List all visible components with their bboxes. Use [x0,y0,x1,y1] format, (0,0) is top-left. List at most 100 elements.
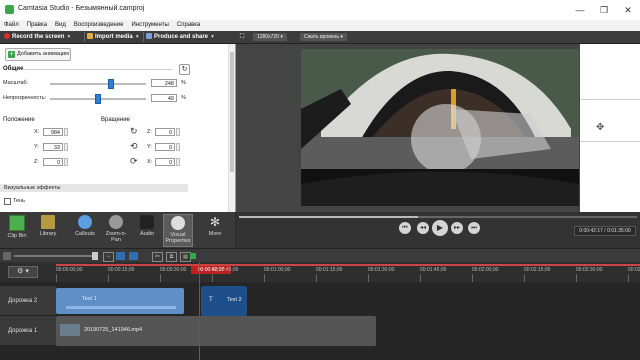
scale-label: Масштаб: [3,80,29,86]
plus-icon: + [8,51,15,58]
minimize-button[interactable]: — [573,4,587,16]
animation-arrow [66,306,176,309]
menu-view[interactable]: Вид [51,20,70,31]
tab-more[interactable]: ✻ More [200,214,230,247]
position-x-input[interactable]: 984 [43,128,63,136]
tab-audio[interactable]: Audio [132,214,162,247]
tab-library[interactable]: Library [33,214,63,247]
copy-icon[interactable]: ⧉ [166,252,177,262]
opacity-slider-knob[interactable] [95,94,102,104]
video-clip[interactable]: 20190725_141946.mp4 [56,316,376,346]
opacity-label: Непрозрачность: [3,95,47,101]
tab-visual-properties[interactable]: Visual Properties [163,214,193,247]
rotation-y-input[interactable]: 0 [155,143,175,151]
zoom-fit-label: Сжать вровень [304,34,339,40]
zoom-fit-dropdown[interactable]: Сжать вровень ▾ [300,33,347,41]
timeline-zoom-slider[interactable] [14,255,94,257]
import-media-button[interactable]: Import media ▼ [87,32,140,42]
step-back-button[interactable]: ◂◂ [417,222,429,234]
track-1-label[interactable]: Дорожка 1 [0,316,56,346]
tab-zoom-n-pan[interactable]: Zoom-n-Pan [101,214,131,247]
ruler-tick-line [576,274,577,282]
rotate-z-icon: ↻ [130,126,138,136]
chevron-down-icon: ▼ [66,34,72,40]
marker-green-icon[interactable] [190,253,196,259]
play-button[interactable]: ▶ [432,220,448,236]
time-display: 0:00:42:17 / 0:01:35:00 [574,226,636,236]
rotation-z-label: Z: [147,129,152,135]
produce-share-label: Produce and share [154,34,209,40]
folder-icon [87,33,93,39]
resolution-dropdown[interactable]: 1280x720 ▾ [253,33,287,41]
menu-bar: Файл Правка Вид Воспроизведение Инструменты С… [0,20,640,31]
crop-icon[interactable]: ⛶ [240,32,244,42]
text-1-clip-label: Text 1 [82,296,97,302]
text-2-clip[interactable]: Text 2 T [201,286,247,316]
panel-scrollbar-thumb[interactable] [230,52,234,172]
shadow-checkbox[interactable] [4,198,11,205]
position-z-input[interactable]: 0 [43,158,63,166]
rewind-button[interactable]: ⏮ [399,222,411,234]
magnifier-icon [109,215,123,229]
text-1-clip[interactable]: Text 1 [56,288,184,314]
fast-forward-button[interactable]: ⏭ [468,222,480,234]
timeline-settings-icon[interactable] [3,252,11,260]
position-z-label: Z: [34,159,39,165]
position-z-spinner[interactable] [64,158,68,166]
add-animation-button[interactable]: + Добавить анимацию [5,48,71,61]
rotation-y-spinner[interactable] [176,143,180,151]
close-button[interactable]: ✕ [621,4,635,16]
tab-more-label: More [208,231,222,237]
menu-file[interactable]: Файл [0,20,23,31]
reset-icon[interactable]: ↻ [179,64,190,75]
move-icon[interactable]: ✥ [596,122,604,133]
position-section-title: Положение [3,117,35,123]
video-canvas[interactable] [301,49,579,206]
rotation-z-input[interactable]: 0 [155,128,175,136]
record-screen-label: Record the screen [12,34,65,40]
scale-slider[interactable] [50,83,146,85]
record-screen-button[interactable]: Record the screen ▼ [4,32,71,42]
selection-range [56,264,640,266]
toolbar-divider [84,32,85,42]
step-forward-button[interactable]: ▸▸ [451,222,463,234]
general-section-title: Общие [3,66,24,72]
rotate-y-icon: ⟲ [130,141,138,151]
menu-help[interactable]: Справка [173,20,205,31]
tab-library-label: Library [39,231,57,237]
menu-playback[interactable]: Воспроизведение [70,20,128,31]
cut-icon[interactable] [116,252,125,260]
panel-scrollbar[interactable] [228,44,235,212]
split-icon[interactable] [129,252,138,260]
menu-tools[interactable]: Инструменты [127,20,172,31]
ruler-tick-label: 00:01:45;00 [420,267,447,273]
position-y-input[interactable]: 33 [43,143,63,151]
tab-clip-bin[interactable]: Clip Bin [2,214,32,247]
produce-share-button[interactable]: Produce and share ▼ [146,32,215,42]
maximize-button[interactable]: ❐ [597,4,611,16]
playhead-line[interactable] [199,262,200,360]
chevron-down-icon: ▼ [210,34,215,40]
menu-edit[interactable]: Правка [23,20,51,31]
position-y-spinner[interactable] [64,143,68,151]
opacity-input[interactable]: 49 [151,94,177,102]
tab-callouts[interactable]: Callouts [70,214,100,247]
zoom-out-icon[interactable]: − [103,252,114,262]
ruler-tick-line [212,274,213,282]
ruler-tick-label: 00:01:00;00 [264,267,291,273]
scale-slider-knob[interactable] [107,79,114,89]
divider [580,99,640,100]
scale-input[interactable]: 248 [151,79,177,87]
timeline-zoom-knob[interactable] [92,252,98,260]
visual-effects-header[interactable]: Визуальные эффекты [0,184,188,192]
rotation-x-spinner[interactable] [176,158,180,166]
tab-visual-properties-label: Visual Properties [165,232,191,244]
track-2-label[interactable]: Дорожка 2 [0,286,56,316]
timeline-gear-dropdown[interactable]: ⚙ ▾ [8,266,38,278]
window-title: Camtasia Studio - Безымянный.camproj [18,5,145,12]
rotation-z-spinner[interactable] [176,128,180,136]
position-x-spinner[interactable] [64,128,68,136]
ruler-tick-label: 00:02:45;00 [628,267,640,273]
cut-scissors-icon[interactable]: ✂ [152,252,163,262]
rotation-x-input[interactable]: 0 [155,158,175,166]
